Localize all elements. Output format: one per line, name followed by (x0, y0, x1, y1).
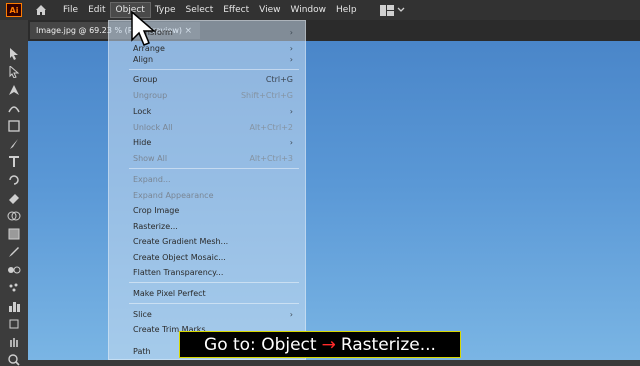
workspace-switcher[interactable] (379, 4, 405, 16)
menu-item-unlock-all: Unlock All Alt+Ctrl+2 (133, 120, 293, 134)
menu-item-label: Lock (133, 106, 152, 116)
paintbrush-tool-icon[interactable] (7, 138, 21, 150)
menu-item-ungroup: Ungroup Shift+Ctrl+G (133, 88, 293, 102)
menu-item-label: Unlock All (133, 122, 173, 132)
menu-item-group[interactable]: Group Ctrl+G (133, 72, 293, 86)
menu-item-label: Hide (133, 137, 152, 147)
menu-item-crop-image[interactable]: Crop Image (133, 203, 293, 217)
tutorial-caption: Go to: Object → Rasterize... (179, 331, 461, 358)
menu-file[interactable]: File (58, 3, 83, 17)
menu-item-show-all: Show All Alt+Ctrl+3 (133, 151, 293, 165)
gradient-tool-icon[interactable] (7, 228, 21, 240)
blend-tool-icon[interactable] (7, 264, 21, 276)
menu-help[interactable]: Help (331, 3, 362, 17)
mouse-cursor-icon (131, 10, 157, 46)
artboard-tool-icon[interactable] (7, 318, 21, 330)
rotate-tool-icon[interactable] (7, 174, 21, 186)
direct-selection-tool-icon[interactable] (7, 66, 21, 78)
symbol-sprayer-tool-icon[interactable] (7, 282, 21, 294)
menu-item-slice[interactable]: Slice › (133, 307, 293, 321)
menu-item-align[interactable]: Align › (133, 52, 293, 66)
app-logo: Ai (6, 3, 22, 17)
menu-item-label: Ungroup (133, 90, 168, 100)
menu-item-create-object-mosaic[interactable]: Create Object Mosaic... (133, 250, 293, 264)
caption-prefix: Go to: Object (204, 334, 317, 355)
menu-separator (129, 69, 299, 70)
menu-separator (129, 282, 299, 283)
chevron-down-icon (397, 7, 405, 12)
menu-separator (129, 303, 299, 304)
rectangle-tool-icon[interactable] (7, 120, 21, 132)
menu-item-label: Group (133, 74, 158, 84)
menu-item-expand: Expand... (133, 172, 293, 186)
submenu-arrow-icon: › (289, 27, 293, 37)
menu-item-label: Create Gradient Mesh... (133, 236, 229, 246)
menu-edit[interactable]: Edit (83, 3, 110, 17)
menu-separator (129, 168, 299, 169)
menu-item-label: Make Pixel Perfect (133, 288, 206, 298)
menu-item-label: Align (133, 54, 154, 64)
eraser-tool-icon[interactable] (7, 192, 21, 204)
menu-item-shortcut: Alt+Ctrl+2 (249, 122, 293, 132)
menu-item-label: Expand... (133, 174, 171, 184)
menu-item-label: Path (133, 346, 151, 356)
menu-items: File Edit Object Type Select Effect View… (58, 2, 362, 18)
menu-item-shortcut: Shift+Ctrl+G (240, 90, 293, 100)
menu-window[interactable]: Window (286, 3, 332, 17)
submenu-arrow-icon: › (289, 106, 293, 116)
menu-item-shortcut: Alt+Ctrl+3 (249, 153, 293, 163)
menu-item-hide[interactable]: Hide › (133, 135, 293, 149)
menu-item-label: Slice (133, 309, 152, 319)
menu-item-shortcut: Ctrl+G (265, 74, 293, 84)
curvature-tool-icon[interactable] (7, 102, 21, 114)
type-tool-icon[interactable] (7, 156, 21, 168)
menu-item-label: Expand Appearance (133, 190, 214, 200)
workspace-layout-icon (379, 4, 394, 16)
column-graph-tool-icon[interactable] (7, 300, 21, 312)
menu-item-label: Rasterize... (133, 221, 178, 231)
menu-item-flatten-transparency[interactable]: Flatten Transparency... (133, 265, 293, 279)
menu-item-label: Flatten Transparency... (133, 267, 224, 277)
menu-item-make-pixel-perfect[interactable]: Make Pixel Perfect (133, 286, 293, 300)
eyedropper-tool-icon[interactable] (7, 246, 21, 258)
home-icon[interactable] (34, 3, 48, 17)
zoom-tool-icon[interactable] (7, 354, 21, 366)
menu-item-label: Show All (133, 153, 168, 163)
menu-view[interactable]: View (254, 3, 285, 17)
caption-suffix: Rasterize... (340, 334, 436, 355)
menu-item-label: Create Object Mosaic... (133, 252, 226, 262)
submenu-arrow-icon: › (289, 54, 293, 64)
menu-item-lock[interactable]: Lock › (133, 104, 293, 118)
menu-item-expand-appearance: Expand Appearance (133, 188, 293, 202)
menu-item-label: Crop Image (133, 205, 180, 215)
shape-builder-tool-icon[interactable] (7, 210, 21, 222)
menu-select[interactable]: Select (180, 3, 218, 17)
pen-tool-icon[interactable] (7, 84, 21, 96)
menu-item-rasterize[interactable]: Rasterize... (133, 219, 293, 233)
menu-item-create-gradient-mesh[interactable]: Create Gradient Mesh... (133, 234, 293, 248)
menu-effect[interactable]: Effect (218, 3, 254, 17)
tools-panel (0, 20, 29, 366)
submenu-arrow-icon: › (289, 309, 293, 319)
menu-bar: Ai File Edit Object Type Select Effect V… (0, 0, 640, 20)
hand-tool-icon[interactable] (7, 336, 21, 348)
submenu-arrow-icon: › (289, 137, 293, 147)
object-menu-dropdown: Transform › Arrange › Align › Group Ctrl+G U… (108, 20, 306, 360)
caption-arrow: → (321, 334, 336, 355)
selection-tool-icon[interactable] (7, 48, 21, 60)
